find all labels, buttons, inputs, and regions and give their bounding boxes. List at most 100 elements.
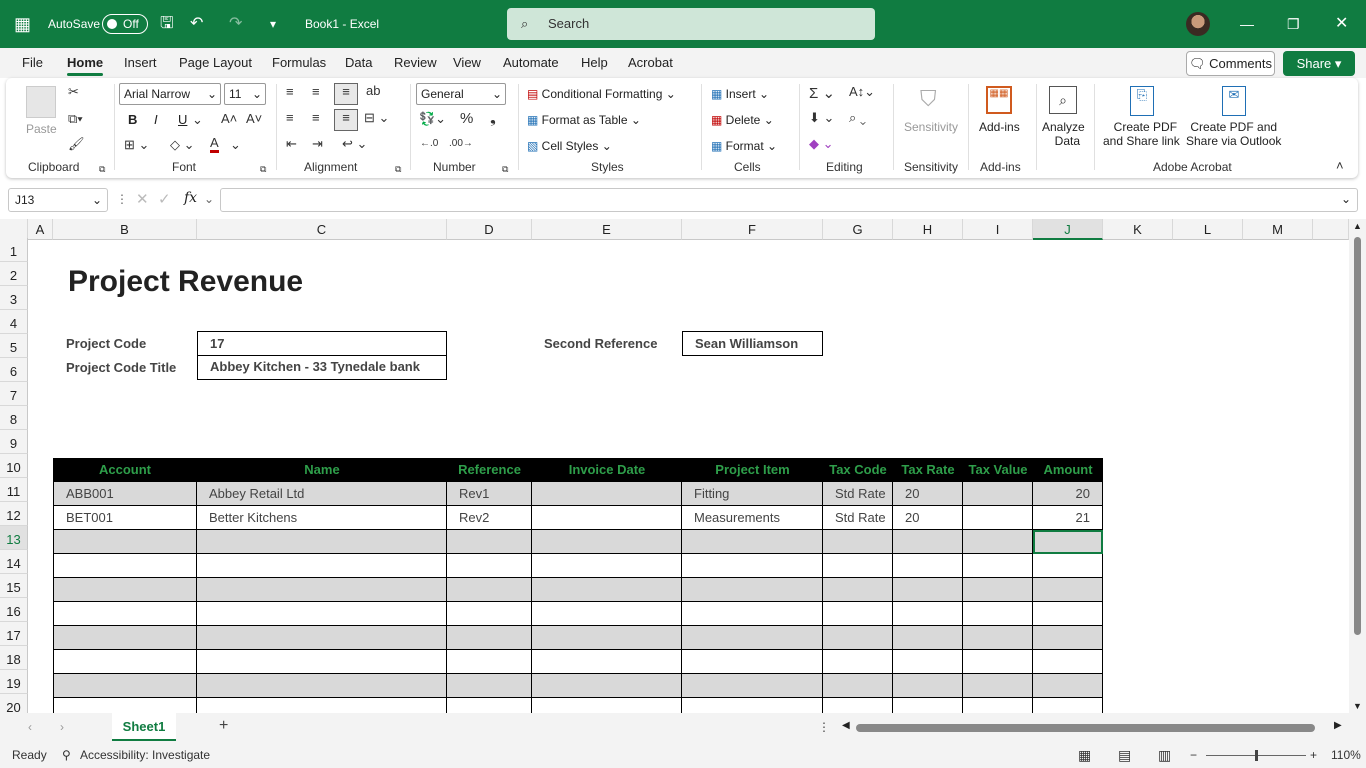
table-header-tax-code[interactable]: Tax Code xyxy=(823,458,893,482)
row-header-16[interactable]: 16 xyxy=(0,598,28,622)
second-reference-field[interactable]: Sean Williamson xyxy=(682,331,823,356)
table-cell-tax-value[interactable] xyxy=(963,602,1033,626)
table-cell-account[interactable] xyxy=(53,698,197,713)
table-cell-tax-code[interactable] xyxy=(823,554,893,578)
table-cell-name[interactable]: Abbey Retail Ltd xyxy=(197,482,447,506)
number-launcher-icon[interactable]: ⧉ xyxy=(502,164,508,175)
table-cell-invoice-date[interactable] xyxy=(532,530,682,554)
tab-page-layout[interactable]: Page Layout xyxy=(179,48,252,78)
create-pdf-outlook-button[interactable]: Create PDF and Share via Outlook xyxy=(1186,120,1281,148)
align-center-icon[interactable]: ≡ xyxy=(312,110,320,125)
tab-split-handle-icon[interactable]: ⋮ xyxy=(818,720,830,734)
paste-icon[interactable] xyxy=(26,86,56,118)
zoom-slider-thumb[interactable] xyxy=(1255,750,1258,761)
alignment-launcher-icon[interactable]: ⧉ xyxy=(395,164,401,175)
collapse-ribbon-icon[interactable]: ˄ xyxy=(1336,158,1344,173)
table-cell-reference[interactable] xyxy=(447,650,532,674)
add-sheet-icon[interactable]: + xyxy=(219,717,228,735)
orientation-icon[interactable]: ab xyxy=(366,83,380,98)
table-cell-amount[interactable] xyxy=(1033,602,1103,626)
table-cell-project-item[interactable] xyxy=(682,578,823,602)
selected-cell[interactable] xyxy=(1033,530,1103,554)
insert-function-icon[interactable]: fx xyxy=(184,190,197,206)
tab-acrobat[interactable]: Acrobat xyxy=(628,48,673,78)
worksheet-grid[interactable]: A B C D E F G H I J K L M 1 2 3 4 5 6 7 8 9 10 11 1… xyxy=(0,219,1349,713)
table-cell-tax-code[interactable] xyxy=(823,650,893,674)
select-all-corner[interactable] xyxy=(0,219,28,240)
col-header-e[interactable]: E xyxy=(532,219,682,240)
table-header-name[interactable]: Name xyxy=(197,458,447,482)
more-options-icon[interactable]: ⋮ xyxy=(116,192,128,206)
table-cell-name[interactable] xyxy=(197,698,447,713)
table-cell-project-item[interactable]: Measurements xyxy=(682,506,823,530)
scroll-up-icon[interactable]: ▲ xyxy=(1353,221,1362,231)
second-reference-label[interactable]: Second Reference xyxy=(544,336,657,351)
align-right-icon[interactable]: ≡ xyxy=(334,109,358,131)
col-header-h[interactable]: H xyxy=(893,219,963,240)
accessibility-status[interactable]: Accessibility: Investigate xyxy=(80,743,210,768)
minimize-icon[interactable]: — xyxy=(1240,0,1254,48)
table-cell-tax-value[interactable] xyxy=(963,482,1033,506)
scroll-down-icon[interactable]: ▼ xyxy=(1353,701,1362,711)
table-cell-tax-rate[interactable] xyxy=(893,554,963,578)
customize-qat-icon[interactable]: ▾ xyxy=(270,0,276,48)
row-header-19[interactable]: 19 xyxy=(0,670,28,694)
table-cell-name[interactable]: Better Kitchens xyxy=(197,506,447,530)
align-bottom-icon[interactable]: ≡ xyxy=(334,83,358,105)
table-cell-account[interactable] xyxy=(53,554,197,578)
table-cell-invoice-date[interactable] xyxy=(532,482,682,506)
italic-button[interactable]: I xyxy=(154,112,158,127)
table-cell-amount[interactable] xyxy=(1033,698,1103,713)
table-cell-project-item[interactable] xyxy=(682,674,823,698)
prev-sheet-icon[interactable]: ‹ xyxy=(28,720,32,734)
table-cell-name[interactable] xyxy=(197,530,447,554)
table-cell-tax-value[interactable] xyxy=(963,554,1033,578)
accessibility-icon[interactable]: ⚲ xyxy=(62,743,71,768)
table-cell-tax-rate[interactable]: 20 xyxy=(893,482,963,506)
enter-icon[interactable]: ✓ xyxy=(158,190,171,208)
undo-icon[interactable]: ↶ xyxy=(190,0,203,48)
cancel-icon[interactable]: ✕ xyxy=(136,190,149,208)
analyze-data-icon[interactable]: ⌕ xyxy=(1049,86,1077,114)
table-cell-tax-rate[interactable] xyxy=(893,530,963,554)
project-code-label[interactable]: Project Code xyxy=(66,336,146,351)
table-cell-amount[interactable] xyxy=(1033,650,1103,674)
row-header-15[interactable]: 15 xyxy=(0,574,28,598)
normal-view-icon[interactable]: ▦ xyxy=(1078,743,1091,768)
sort-filter-icon[interactable]: A↕⌄ xyxy=(849,84,875,100)
table-cell-amount[interactable]: 21 xyxy=(1033,506,1103,530)
underline-dropdown-icon[interactable]: ⌄ xyxy=(192,112,203,128)
wrap-text-icon[interactable]: ↩ ⌄ xyxy=(342,136,367,152)
table-cell-tax-code[interactable] xyxy=(823,530,893,554)
table-cell-tax-code[interactable]: Std Rate xyxy=(823,482,893,506)
add-ins-icon[interactable]: ▦▦ xyxy=(986,86,1012,114)
fx-dropdown-icon[interactable]: ⌄ xyxy=(204,192,214,206)
table-cell-tax-code[interactable]: Std Rate xyxy=(823,506,893,530)
col-header-k[interactable]: K xyxy=(1103,219,1173,240)
vertical-scrollbar[interactable]: ▲ ▼ xyxy=(1349,219,1366,713)
font-size-select[interactable]: 11 ⌄ xyxy=(224,83,266,105)
close-icon[interactable]: ✕ xyxy=(1335,0,1348,48)
tab-automate[interactable]: Automate xyxy=(503,48,559,78)
row-header-7[interactable]: 7 xyxy=(0,382,28,406)
create-pdf-icon[interactable]: ⎘ xyxy=(1130,86,1154,116)
restore-icon[interactable]: ❐ xyxy=(1287,0,1300,48)
table-cell-account[interactable]: ABB001 xyxy=(53,482,197,506)
autosum-icon[interactable]: Σ ⌄ xyxy=(809,84,835,102)
table-cell-reference[interactable] xyxy=(447,530,532,554)
row-header-18[interactable]: 18 xyxy=(0,646,28,670)
copy-icon[interactable]: ⧉▾ xyxy=(68,111,83,127)
zoom-in-icon[interactable]: + xyxy=(1310,743,1317,768)
table-header-amount[interactable]: Amount xyxy=(1033,458,1103,482)
table-cell-account[interactable] xyxy=(53,650,197,674)
avatar[interactable] xyxy=(1186,12,1210,36)
table-cell-tax-code[interactable] xyxy=(823,674,893,698)
scroll-left-icon[interactable]: ◀ xyxy=(842,720,850,731)
find-select-icon[interactable]: ⌕ ⌄ xyxy=(849,110,866,126)
table-cell-tax-rate[interactable] xyxy=(893,626,963,650)
table-cell-reference[interactable]: Rev2 xyxy=(447,506,532,530)
col-header-a[interactable]: A xyxy=(28,219,53,240)
decrease-decimal-icon[interactable]: .00→ xyxy=(449,138,473,149)
increase-decimal-icon[interactable]: ←.0 xyxy=(420,138,438,149)
table-cell-reference[interactable]: Rev1 xyxy=(447,482,532,506)
